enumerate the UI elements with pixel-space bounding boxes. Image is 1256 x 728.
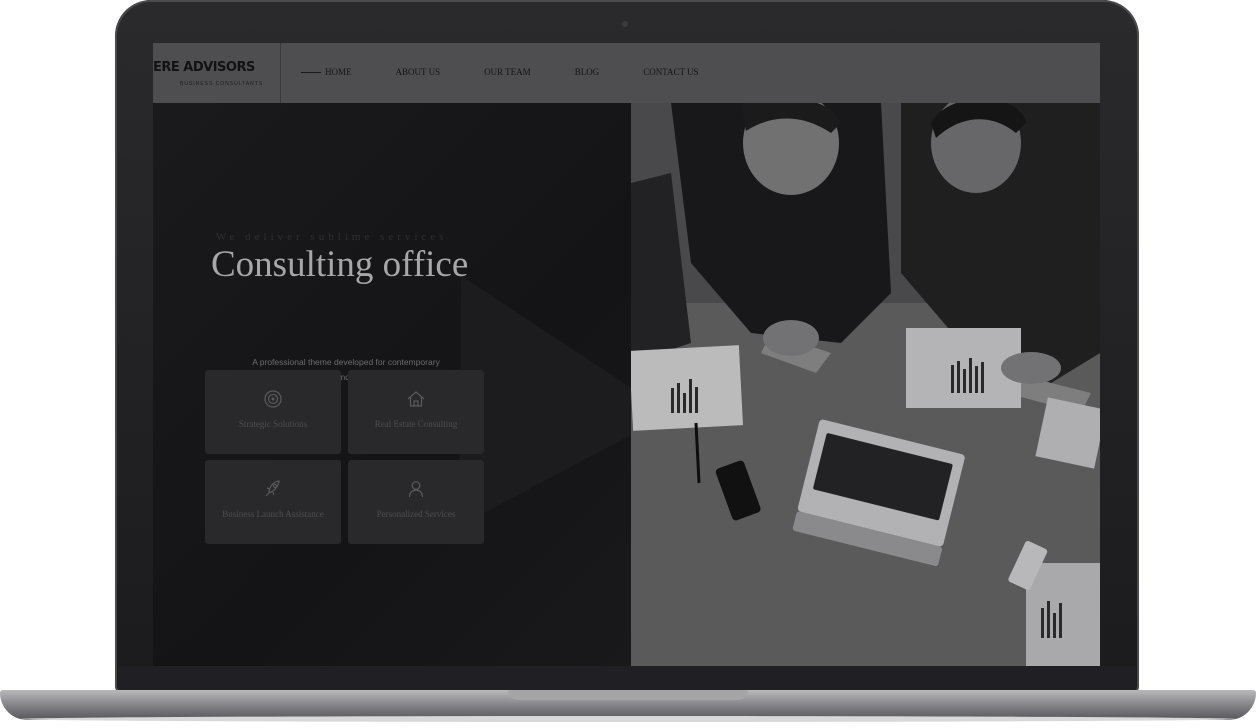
home-icon	[407, 391, 425, 407]
service-label: Personalized Services	[376, 509, 456, 519]
user-icon	[408, 481, 424, 498]
main-nav: HOME ABOUT US OUR TEAM BLOG CONTACT US	[301, 67, 743, 77]
hero-kicker: We deliver sublime services	[216, 231, 448, 243]
service-label: Real Estate Consulting	[374, 419, 458, 429]
service-label: Business Launch Assistance	[222, 509, 324, 519]
nav-blog[interactable]: BLOG	[575, 67, 600, 77]
service-card-personalized[interactable]: Personalized Services	[348, 460, 484, 544]
service-card-strategic-solutions[interactable]: Strategic Solutions	[205, 370, 341, 454]
brand-name: ERE ADVISORS	[153, 60, 255, 75]
active-indicator	[301, 71, 321, 73]
service-card-real-estate[interactable]: Real Estate Consulting	[348, 370, 484, 454]
website-screen: ERE ADVISORS BUSINESS CONSULTANTS HOME A…	[153, 43, 1100, 666]
nav-home[interactable]: HOME	[325, 67, 352, 77]
hero-title: Consulting office	[211, 244, 469, 285]
camera-icon	[622, 21, 628, 27]
rocket-icon	[265, 480, 280, 497]
laptop-notch	[508, 690, 748, 700]
target-icon	[264, 390, 282, 408]
nav-contact-us[interactable]: CONTACT US	[643, 67, 698, 77]
laptop-shadow	[20, 716, 1236, 722]
service-card-business-launch[interactable]: Business Launch Assistance	[205, 460, 341, 544]
brand-logo[interactable]: ERE ADVISORS BUSINESS CONSULTANTS	[153, 43, 281, 103]
service-label: Strategic Solutions	[238, 419, 308, 429]
nav-about-us[interactable]: ABOUT US	[396, 67, 441, 77]
brand-tagline: BUSINESS CONSULTANTS	[180, 81, 264, 87]
nav-our-team[interactable]: OUR TEAM	[484, 67, 531, 77]
team-photo-illustration	[631, 103, 1100, 666]
team-meeting-photo	[631, 103, 1100, 666]
screen-bezel	[118, 666, 1136, 692]
site-header: ERE ADVISORS BUSINESS CONSULTANTS HOME A…	[153, 43, 1100, 103]
hero-section: We deliver sublime services Consulting o…	[153, 103, 671, 666]
